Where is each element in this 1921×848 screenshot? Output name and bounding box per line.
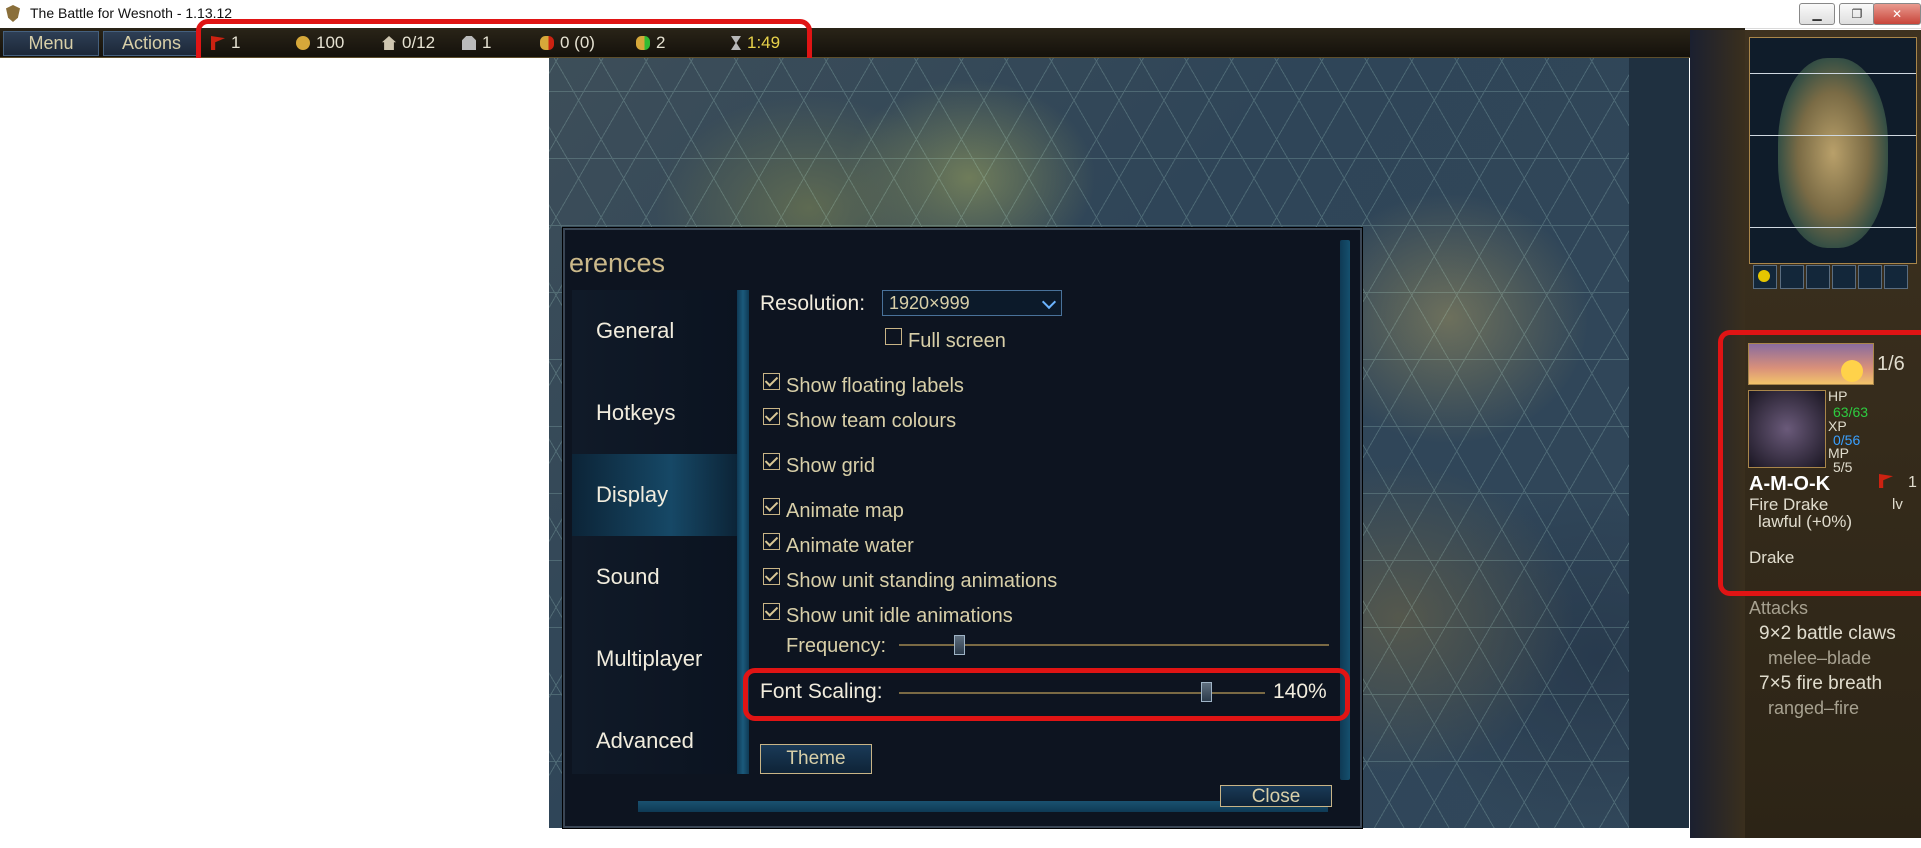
attacks-heading: Attacks (1749, 598, 1809, 618)
side-stat: 1 (211, 33, 240, 53)
village-icon (382, 36, 396, 50)
upkeep-value: 0 (0) (560, 33, 595, 52)
preferences-dialog: erences General Hotkeys Display Sound Mu… (563, 228, 1362, 828)
tab-display[interactable]: Display (572, 454, 737, 536)
side-value: 1 (231, 33, 241, 52)
flag-icon (211, 36, 225, 50)
fullscreen-label: Full screen (908, 330, 1006, 352)
unit-alignment: lawful (+0%) (1758, 512, 1853, 531)
resolution-dropdown[interactable]: 1920×999 (882, 290, 1062, 316)
sidebar-scrollbar[interactable] (737, 290, 749, 774)
hp-label: HP (1828, 388, 1848, 404)
vertical-scrollbar[interactable] (1340, 240, 1350, 780)
close-window-button[interactable]: ✕ (1873, 3, 1921, 25)
frequency-label: Frequency: (786, 635, 887, 657)
units-stat: 1 (462, 33, 491, 53)
mp-value: 5/5 (1833, 459, 1853, 475)
income-value: 2 (656, 33, 666, 52)
show-unit-standing-animations-label: Show unit standing animations (786, 570, 1058, 592)
show-team-colours-checkbox[interactable] (763, 408, 780, 425)
show-floating-labels-label: Show floating labels (786, 375, 964, 397)
hourglass-icon (731, 36, 741, 50)
frequency-slider-handle[interactable] (954, 635, 966, 655)
unit-race: Drake (1749, 548, 1795, 567)
turn-of-day: 1/6 (1877, 353, 1905, 375)
font-scaling-slider-handle[interactable] (1201, 682, 1213, 702)
animate-water-checkbox[interactable] (763, 533, 780, 550)
animate-map-checkbox[interactable] (763, 498, 780, 515)
tab-general[interactable]: General (572, 290, 737, 372)
blank-area (0, 58, 549, 848)
show-unit-standing-animations-checkbox[interactable] (763, 568, 780, 585)
minimap-units-button[interactable] (1806, 265, 1830, 289)
wesnoth-app-icon (6, 5, 20, 22)
time-stat: 1:49 (731, 33, 780, 53)
tab-multiplayer[interactable]: Multiplayer (572, 618, 737, 700)
attack-1-name: 9×2 battle claws (1759, 623, 1896, 644)
units-icon (462, 36, 476, 50)
minimap-view-top (1750, 73, 1916, 74)
time-of-day-image (1748, 343, 1874, 385)
minimap-terrain (1778, 58, 1888, 248)
turn-timer-value: 1:49 (747, 33, 781, 52)
gold-icon (296, 36, 310, 50)
bottom-strip (0, 838, 1921, 848)
show-grid-label: Show grid (786, 455, 875, 477)
tab-sound[interactable]: Sound (572, 536, 737, 618)
attack-2-type: ranged–fire (1768, 698, 1860, 718)
minimap-fog-button[interactable] (1858, 265, 1882, 289)
dialog-title: erences (569, 248, 666, 278)
window-title: The Battle for Wesnoth - 1.13.12 (30, 5, 233, 21)
attack-1-type: melee–blade (1768, 648, 1872, 668)
minimap-draw-button[interactable] (1884, 265, 1908, 289)
window-titlebar: The Battle for Wesnoth - 1.13.12 ▁ ❐ ✕ (0, 0, 1921, 29)
close-dialog-button[interactable]: Close (1220, 785, 1332, 807)
unit-name: A-M-O-K (1749, 473, 1831, 495)
actions-button[interactable]: Actions (103, 31, 200, 56)
font-scaling-label: Font Scaling: (760, 680, 883, 703)
fullscreen-checkbox[interactable] (885, 328, 902, 345)
animate-water-label: Animate water (786, 535, 914, 557)
minimap-terrain-button[interactable] (1832, 265, 1856, 289)
game-top-bar: Menu Actions 1 100 0/12 1 0 (0) 2 1:49 (0, 28, 1745, 58)
unit-level-label: lv (1892, 496, 1903, 513)
unit-portrait[interactable] (1748, 390, 1826, 468)
tab-advanced[interactable]: Advanced (572, 700, 737, 782)
upkeep-icon (540, 36, 554, 50)
income-icon (636, 36, 650, 50)
minimap-view-edge (1750, 227, 1916, 228)
font-scaling-value: 140% (1273, 680, 1327, 703)
side-number: 1 (1908, 474, 1917, 491)
restore-button[interactable]: ❐ (1839, 3, 1875, 25)
show-unit-idle-animations-label: Show unit idle animations (786, 605, 1013, 627)
gold-value: 100 (316, 33, 345, 52)
units-value: 1 (482, 33, 492, 52)
sidebar-border (1690, 30, 1745, 848)
zoom-minimap-button[interactable] (1753, 265, 1777, 289)
menu-button[interactable]: Menu (3, 31, 99, 56)
chevron-down-icon (1041, 294, 1057, 310)
show-team-colours-label: Show team colours (786, 410, 957, 432)
sun-icon (1841, 360, 1863, 382)
animate-map-label: Animate map (786, 500, 904, 522)
deep-water (1629, 58, 1689, 828)
income-stat: 2 (636, 33, 665, 53)
minimap-villages-button[interactable] (1780, 265, 1804, 289)
upkeep-stat: 0 (0) (540, 33, 595, 53)
tab-hotkeys[interactable]: Hotkeys (572, 372, 737, 454)
minimap-view-bottom (1750, 135, 1916, 136)
theme-button[interactable]: Theme (760, 744, 872, 774)
resolution-value: 1920×999 (889, 292, 970, 313)
gold-stat: 100 (296, 33, 344, 53)
attack-2-name: 7×5 fire breath (1759, 673, 1883, 694)
resolution-label: Resolution: (760, 292, 866, 315)
show-unit-idle-animations-checkbox[interactable] (763, 603, 780, 620)
preferences-sidebar: General Hotkeys Display Sound Multiplaye… (572, 290, 742, 774)
show-floating-labels-checkbox[interactable] (763, 373, 780, 390)
minimize-button[interactable]: ▁ (1799, 3, 1835, 25)
minimap[interactable] (1749, 37, 1917, 264)
villages-stat: 0/12 (382, 33, 435, 53)
show-grid-checkbox[interactable] (763, 453, 780, 470)
villages-value: 0/12 (402, 33, 436, 52)
